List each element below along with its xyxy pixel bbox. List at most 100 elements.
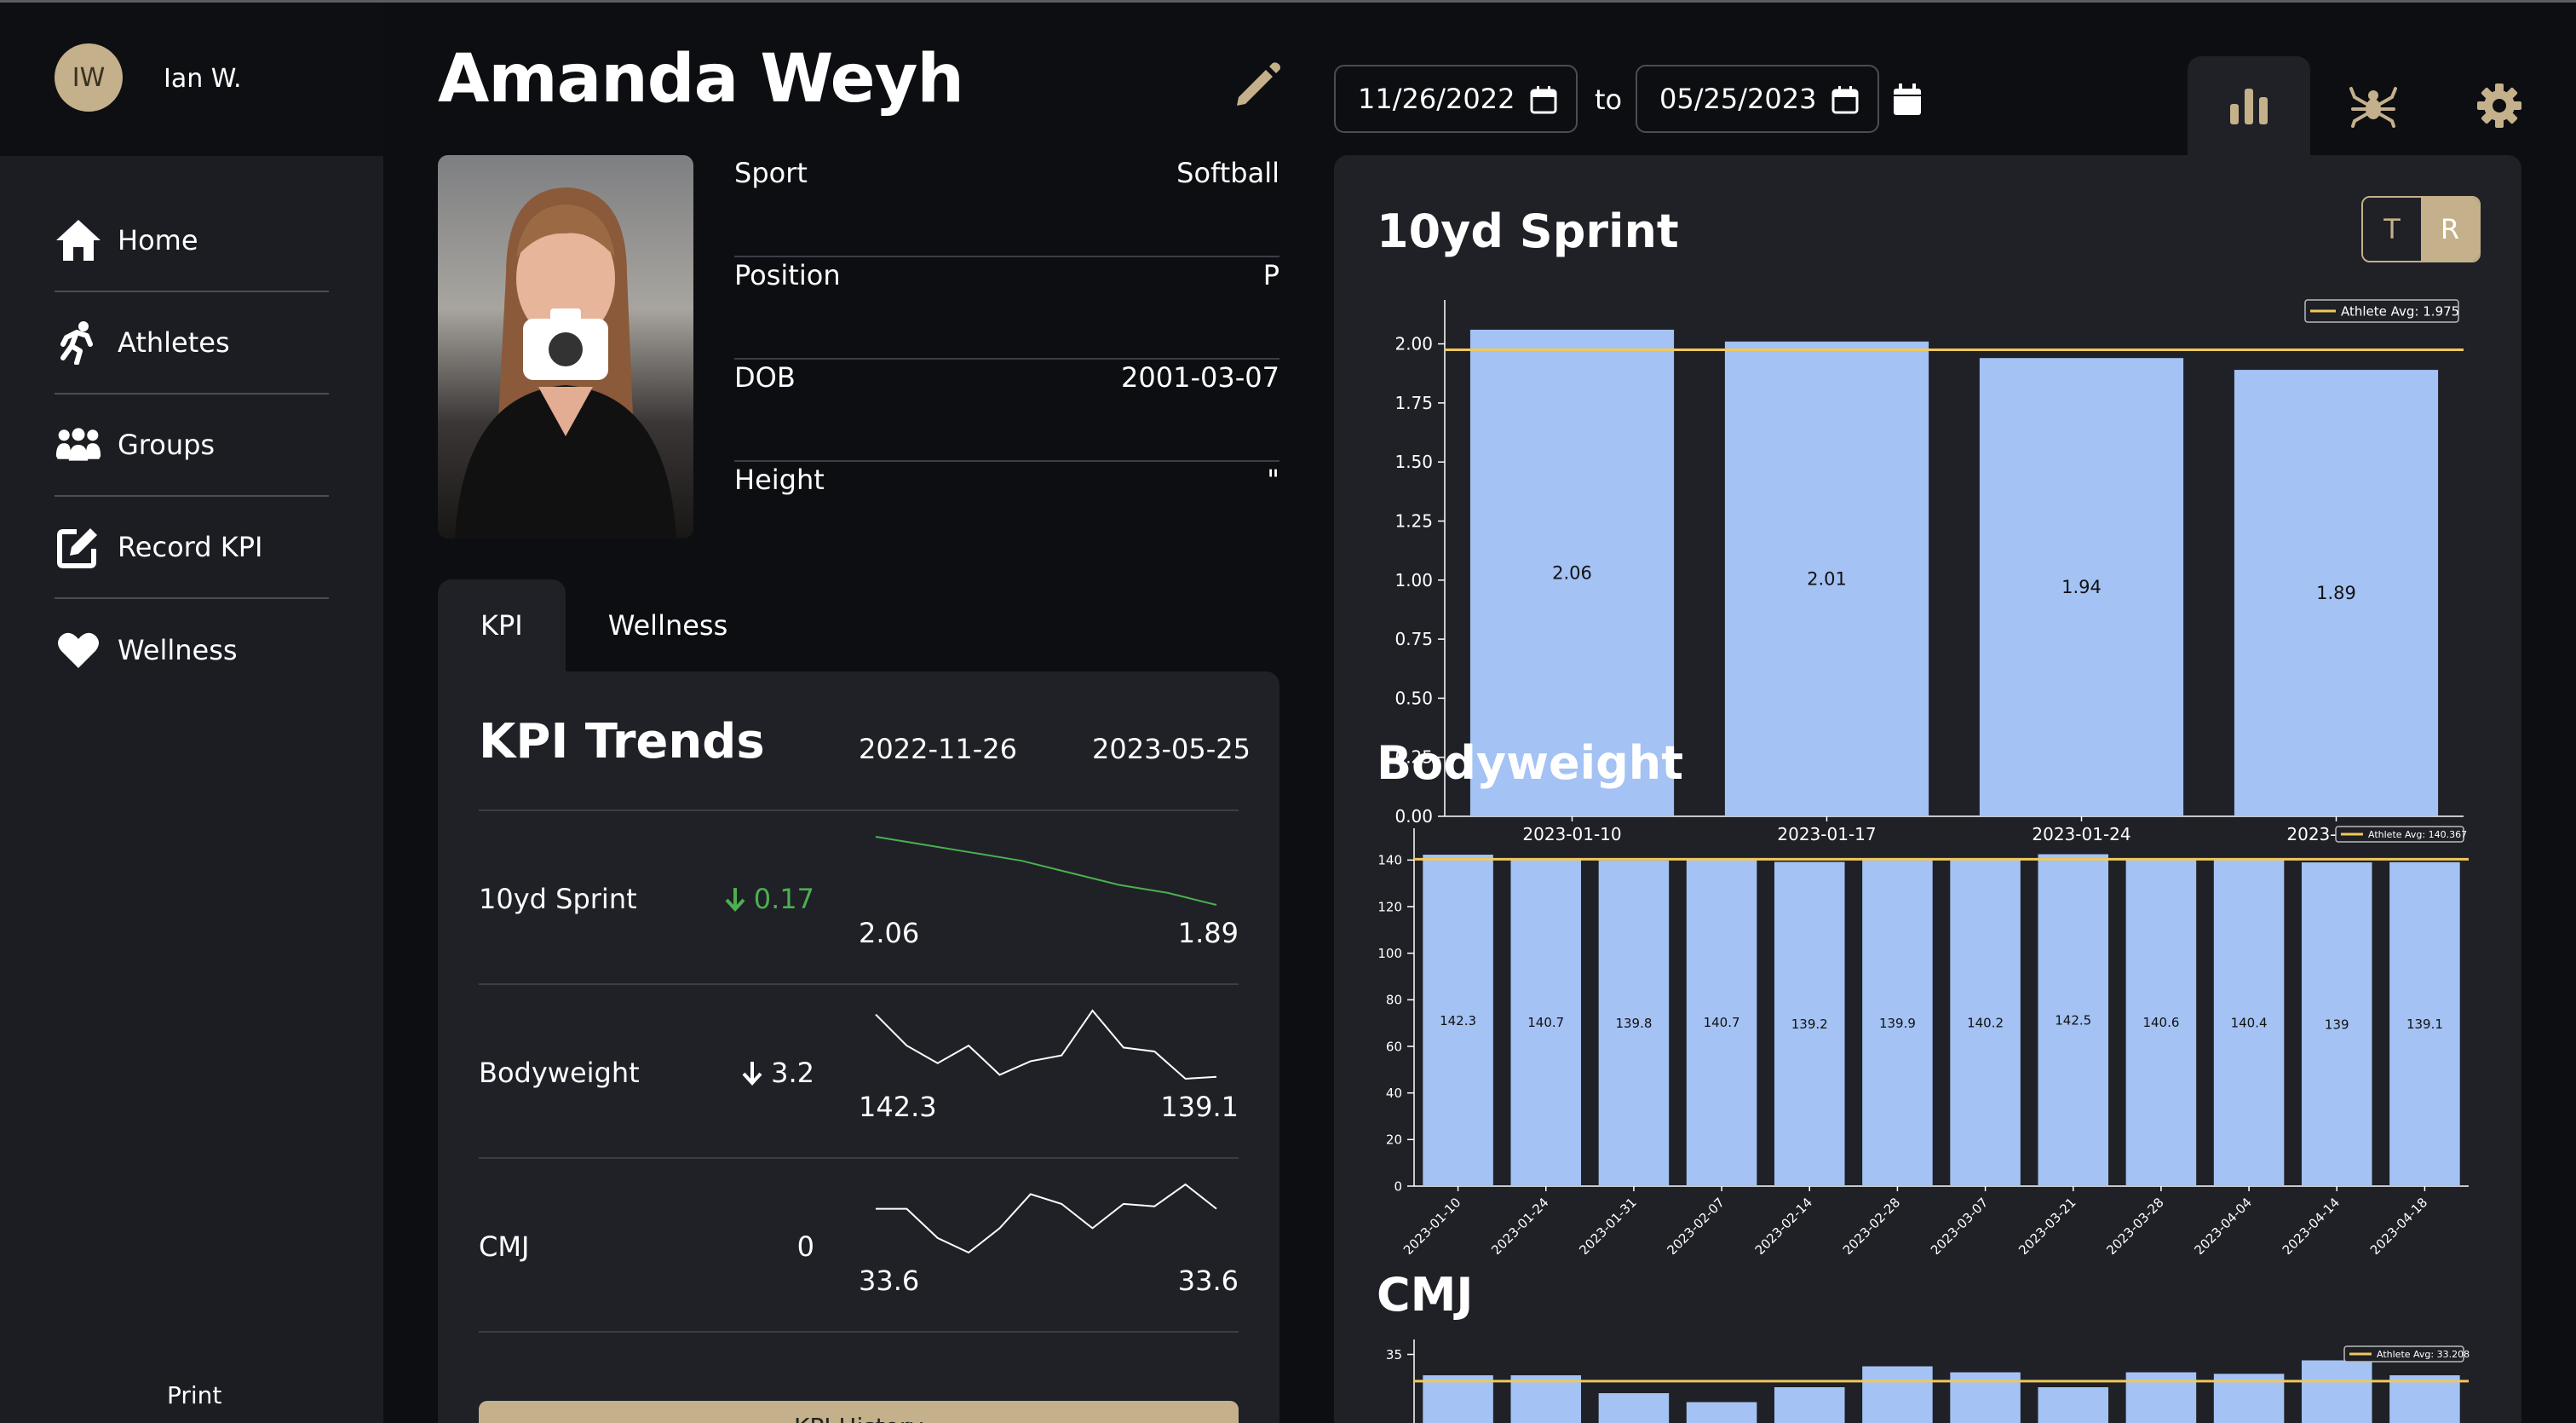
kpi-start-date: 2022-11-26	[859, 733, 1017, 765]
spider-icon	[2349, 87, 2397, 128]
arrow-down-icon	[725, 888, 745, 912]
sidebar-item-label: Wellness	[118, 634, 238, 666]
kpi-end-date: 2023-05-25	[1092, 733, 1251, 765]
avatar[interactable]: IW	[55, 43, 123, 112]
bar-value-label: 1.89	[2316, 583, 2356, 603]
bar	[1862, 1366, 1933, 1423]
sidebar-item-label: Record KPI	[118, 531, 263, 563]
sprint-bar-chart: 0.000.250.500.751.001.251.501.752.002.06…	[1394, 299, 2464, 844]
user-name[interactable]: Ian W.	[164, 64, 242, 94]
bar-value-label: 139.9	[1879, 1016, 1916, 1031]
kpi-sparkline	[875, 836, 1217, 906]
kpi-delta: 3.2	[721, 1057, 814, 1089]
toggle-r-button[interactable]: R	[2421, 198, 2479, 261]
kpi-first-value: 142.3	[859, 1091, 937, 1123]
main-nav: Home Athletes Groups Record KPI Wellness	[55, 190, 329, 701]
camera-icon[interactable]	[521, 307, 610, 382]
bar-value-label: 140.7	[1704, 1015, 1740, 1030]
y-tick-label: 40	[1386, 1086, 1402, 1101]
y-tick-label: 120	[1377, 899, 1402, 914]
x-tick-label: 2023-04-04	[2192, 1195, 2255, 1254]
sidebar-item-wellness[interactable]: Wellness	[55, 599, 329, 701]
pencil-icon[interactable]	[1232, 60, 1283, 111]
end-date-value: 05/25/2023	[1659, 83, 1817, 115]
bar	[1686, 1402, 1757, 1423]
y-tick-label: 100	[1377, 946, 1402, 961]
kpi-name: CMJ	[479, 1230, 530, 1263]
kpi-history-button[interactable]: KPI History	[479, 1401, 1239, 1423]
edit-square-icon	[55, 523, 102, 571]
toggle-t-button[interactable]: T	[2363, 198, 2421, 261]
kpi-trends-card: KPI Trends 2022-11-26 2023-05-25 10yd Sp…	[438, 671, 1279, 1423]
legend-label: Athlete Avg: 33.208	[2377, 1349, 2470, 1360]
sparkline-path	[875, 1009, 1217, 1080]
kpi-divider	[479, 1331, 1239, 1333]
end-date-input[interactable]: 05/25/2023	[1636, 65, 1879, 133]
y-tick-label: 0	[1394, 1178, 1402, 1194]
kpi-trend-row[interactable]: 10yd Sprint 0.17 2.06 1.89	[479, 809, 1239, 983]
kpi-delta: 0	[721, 1230, 814, 1263]
athlete-info: Sport Softball Position P DOB 2001-03-07…	[734, 155, 1279, 564]
tab-spider-view[interactable]	[2312, 56, 2435, 155]
bar	[1510, 1375, 1582, 1423]
running-icon	[55, 319, 102, 366]
bar-value-label: 140.2	[1967, 1016, 2004, 1031]
start-date-input[interactable]: 11/26/2022	[1334, 65, 1578, 133]
x-tick-label: 2023-02-28	[1840, 1195, 1903, 1254]
y-tick-label: 35	[1386, 1347, 1402, 1363]
x-tick-label: 2023-01-24	[1488, 1195, 1551, 1254]
sidebar: IW Ian W. Home Athletes Groups Record KP…	[0, 3, 383, 1423]
tab-bar-chart-view[interactable]	[2188, 56, 2310, 155]
kpi-name: 10yd Sprint	[479, 883, 637, 915]
bar	[1598, 1393, 1670, 1423]
y-tick-label: 1.25	[1394, 510, 1433, 531]
bodyweight-bar-chart: 0 20 40 60 80 100 120 140 142.3 2023-01-10 140.7 20…	[1377, 826, 2469, 1254]
trend-raw-toggle[interactable]: T R	[2361, 196, 2481, 262]
sidebar-item-home[interactable]: Home	[55, 190, 329, 292]
kpi-last-value: 33.6	[1177, 1265, 1239, 1297]
bar	[1423, 1375, 1493, 1423]
bar-value-label: 140.6	[2142, 1015, 2179, 1030]
info-row-height: Height "	[734, 462, 1279, 564]
y-tick-label: 20	[1386, 1132, 1402, 1148]
x-tick-label: 2023-04-18	[2367, 1195, 2430, 1254]
sidebar-item-label: Home	[118, 224, 198, 256]
sidebar-item-groups[interactable]: Groups	[55, 395, 329, 497]
sidebar-item-athletes[interactable]: Athletes	[55, 292, 329, 395]
info-value: P	[1262, 259, 1279, 291]
info-label: DOB	[734, 361, 796, 394]
bar	[2038, 1387, 2109, 1423]
bar-value-label: 139.1	[2406, 1017, 2443, 1032]
user-bar: IW Ian W.	[0, 3, 383, 156]
print-link[interactable]: Print	[167, 1381, 221, 1409]
sidebar-item-label: Athletes	[118, 326, 230, 359]
tab-kpi[interactable]: KPI	[438, 579, 566, 671]
sidebar-item-label: Groups	[118, 429, 216, 461]
chart-title-cmj: CMJ	[1377, 1268, 1474, 1322]
bar-value-label: 140.7	[1527, 1015, 1564, 1030]
bar-chart-icon	[2230, 89, 2268, 124]
sidebar-item-record-kpi[interactable]: Record KPI	[55, 497, 329, 599]
gear-icon[interactable]	[2475, 82, 2523, 130]
chart-title-sprint: 10yd Sprint	[1377, 205, 1679, 258]
x-tick-label: 2023-03-21	[2015, 1195, 2079, 1254]
calendar-apply-icon[interactable]	[1893, 84, 1922, 116]
y-tick-label: 1.75	[1394, 393, 1433, 413]
x-tick-label: 2023-04-14	[2280, 1195, 2343, 1254]
kpi-trend-row[interactable]: Bodyweight 3.2 142.3 139.1	[479, 983, 1239, 1157]
date-range-to-label: to	[1595, 84, 1623, 116]
calendar-icon[interactable]	[1530, 85, 1557, 114]
bar	[2389, 1375, 2460, 1423]
y-tick-label: 80	[1386, 993, 1402, 1008]
info-value: "	[1267, 464, 1279, 496]
kpi-trend-row[interactable]: CMJ 0 33.6 33.6	[479, 1157, 1239, 1331]
info-row-sport: Sport Softball	[734, 155, 1279, 257]
tab-wellness[interactable]: Wellness	[566, 579, 771, 671]
bar-value-label: 1.94	[2061, 577, 2102, 597]
legend-label: Athlete Avg: 1.975	[2341, 303, 2459, 319]
bar-value-label: 139.2	[1791, 1017, 1828, 1032]
athlete-name: Amanda Weyh	[438, 41, 964, 118]
info-value: 2001-03-07	[1121, 361, 1279, 394]
calendar-icon[interactable]	[1831, 85, 1859, 114]
heart-icon	[55, 626, 102, 674]
